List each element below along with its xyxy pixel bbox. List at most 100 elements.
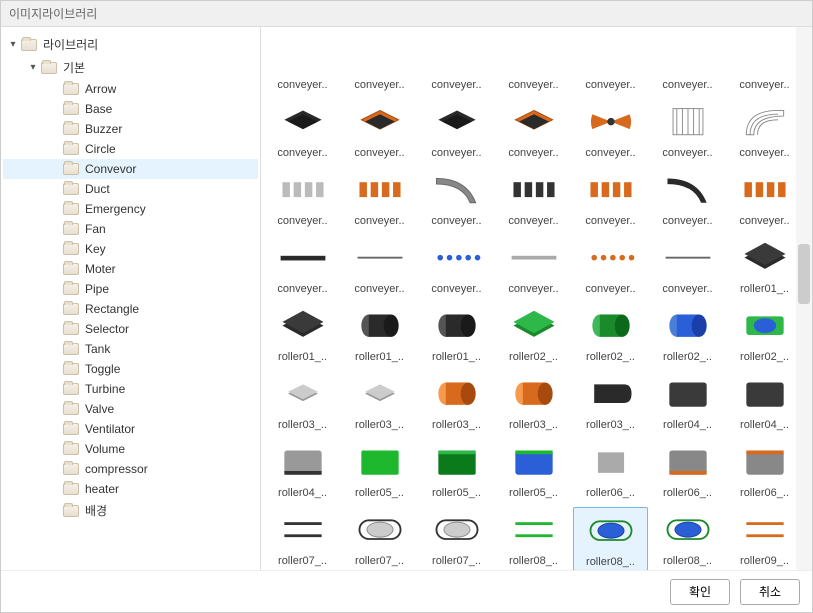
thumbnail-item[interactable]: roller05_..: [342, 439, 417, 501]
cancel-button[interactable]: 취소: [740, 579, 800, 605]
folder-icon: [63, 103, 79, 115]
thumbnail-item[interactable]: conveyer..: [265, 235, 340, 297]
cylinder-dark-icon: [429, 305, 485, 347]
thumbnail-item[interactable]: conveyer..: [342, 167, 417, 229]
thumbnail-item[interactable]: roller02_..: [496, 303, 571, 365]
scrollbar-vertical[interactable]: [796, 27, 812, 570]
tree-item-base[interactable]: Base: [3, 99, 258, 119]
box-orange-top-icon: [737, 441, 793, 483]
tree-item-fan[interactable]: Fan: [3, 219, 258, 239]
tree-item-compressor[interactable]: compressor: [3, 459, 258, 479]
thumbnail-label: roller05_..: [432, 487, 481, 499]
tree-item-key[interactable]: Key: [3, 239, 258, 259]
thumbnail-item[interactable]: conveyer..: [650, 167, 725, 229]
thumbnail-item[interactable]: roller01_..: [727, 235, 802, 297]
thumbnail-item[interactable]: conveyer..: [419, 167, 494, 229]
thumbnail-item[interactable]: roller07_..: [419, 507, 494, 570]
expand-toggle-icon[interactable]: ▾: [7, 39, 19, 51]
thumbnail-item[interactable]: conveyer..: [650, 31, 725, 93]
thumbnail-item[interactable]: roller04_..: [727, 371, 802, 433]
tree-item-volume[interactable]: Volume: [3, 439, 258, 459]
blank-icon: [737, 33, 793, 75]
thumbnail-item[interactable]: conveyer..: [573, 167, 648, 229]
thumbnail-item[interactable]: roller05_..: [496, 439, 571, 501]
ok-button[interactable]: 확인: [670, 579, 730, 605]
thumbnail-item[interactable]: conveyer..: [727, 31, 802, 93]
thumbnail-item[interactable]: roller02_..: [650, 303, 725, 365]
tree-item-duct[interactable]: Duct: [3, 179, 258, 199]
thumbnail-item[interactable]: conveyer..: [342, 235, 417, 297]
tree-item-rectangle[interactable]: Rectangle: [3, 299, 258, 319]
thumbnail-item[interactable]: roller06_..: [727, 439, 802, 501]
tree-item-heater[interactable]: heater: [3, 479, 258, 499]
thumbnail-item[interactable]: conveyer..: [496, 99, 571, 161]
thumbnail-item[interactable]: conveyer..: [265, 99, 340, 161]
tree-item-toggle[interactable]: Toggle: [3, 359, 258, 379]
thumbnail-item[interactable]: conveyer..: [496, 31, 571, 93]
tree-item-moter[interactable]: Moter: [3, 259, 258, 279]
thumbnail-item[interactable]: roller07_..: [342, 507, 417, 570]
tree-item-selector[interactable]: Selector: [3, 319, 258, 339]
thumbnail-item[interactable]: roller04_..: [650, 371, 725, 433]
folder-icon: [63, 463, 79, 475]
thumbnail-item[interactable]: conveyer..: [419, 31, 494, 93]
thumbnail-item[interactable]: roller03_..: [342, 371, 417, 433]
thumbnail-item[interactable]: roller07_..: [265, 507, 340, 570]
thumbnail-item[interactable]: conveyer..: [265, 31, 340, 93]
diamond-gray-small-icon: [275, 373, 331, 415]
tree-item-buzzer[interactable]: Buzzer: [3, 119, 258, 139]
thumbnail-item[interactable]: conveyer..: [727, 167, 802, 229]
thumbnail-item[interactable]: roller06_..: [573, 439, 648, 501]
thumbnail-item[interactable]: roller08_..: [650, 507, 725, 570]
thumbnail-item[interactable]: roller05_..: [419, 439, 494, 501]
thumbnail-item[interactable]: conveyer..: [650, 99, 725, 161]
thumbnail-item[interactable]: conveyer..: [573, 99, 648, 161]
thumbnail-item[interactable]: roller08_..: [496, 507, 571, 570]
blank-icon: [429, 33, 485, 75]
tree-item-valve[interactable]: Valve: [3, 399, 258, 419]
thumbnail-item[interactable]: roller08_..: [573, 507, 648, 570]
tree-item-pipe[interactable]: Pipe: [3, 279, 258, 299]
thumbnail-item[interactable]: roller03_..: [419, 371, 494, 433]
thumbnail-item[interactable]: roller01_..: [265, 303, 340, 365]
tree-item-circle[interactable]: Circle: [3, 139, 258, 159]
tree-item-ventilator[interactable]: Ventilator: [3, 419, 258, 439]
tree-item-arrow[interactable]: Arrow: [3, 79, 258, 99]
tree-group[interactable]: ▾ 기본: [3, 56, 258, 79]
tree-root[interactable]: ▾ 라이브러리: [3, 33, 258, 56]
rect-lines-icon: [660, 101, 716, 143]
thumbnail-item[interactable]: roller03_..: [496, 371, 571, 433]
thumbnail-item[interactable]: roller02_..: [573, 303, 648, 365]
tree-label: Ventilator: [85, 422, 135, 436]
thumbnail-item[interactable]: conveyer..: [342, 99, 417, 161]
orange-cross-icon: [506, 101, 562, 143]
thumbnail-item[interactable]: conveyer..: [496, 167, 571, 229]
tree-item-tank[interactable]: Tank: [3, 339, 258, 359]
tree-item-emergency[interactable]: Emergency: [3, 199, 258, 219]
thumbnail-item[interactable]: roller03_..: [265, 371, 340, 433]
thumbnail-item[interactable]: roller03_..: [573, 371, 648, 433]
thumbnail-item[interactable]: conveyer..: [573, 31, 648, 93]
thumbnail-item[interactable]: roller01_..: [342, 303, 417, 365]
thumbnail-item[interactable]: conveyer..: [650, 235, 725, 297]
thumbnail-item[interactable]: roller09_..: [727, 507, 802, 570]
thumbnail-item[interactable]: conveyer..: [265, 167, 340, 229]
tree-label: Fan: [85, 222, 106, 236]
thumbnail-item[interactable]: conveyer..: [496, 235, 571, 297]
tree-item-convevor[interactable]: Convevor: [3, 159, 258, 179]
thumbnail-item[interactable]: roller04_..: [265, 439, 340, 501]
thumbnail-item[interactable]: roller06_..: [650, 439, 725, 501]
thumbnail-item[interactable]: conveyer..: [419, 99, 494, 161]
thumbnail-item[interactable]: roller01_..: [419, 303, 494, 365]
thumbnail-item[interactable]: conveyer..: [573, 235, 648, 297]
thumbnail-item[interactable]: conveyer..: [727, 99, 802, 161]
thumbnail-item[interactable]: conveyer..: [419, 235, 494, 297]
thumbnail-label: roller02_..: [509, 351, 558, 363]
two-lines-orange-icon: [737, 509, 793, 551]
scrollbar-thumb[interactable]: [798, 244, 810, 304]
thumbnail-item[interactable]: roller02_..: [727, 303, 802, 365]
thumbnail-item[interactable]: conveyer..: [342, 31, 417, 93]
tree-item-turbine[interactable]: Turbine: [3, 379, 258, 399]
expand-toggle-icon[interactable]: ▾: [27, 62, 39, 74]
tree-item-배경[interactable]: 배경: [3, 499, 258, 522]
